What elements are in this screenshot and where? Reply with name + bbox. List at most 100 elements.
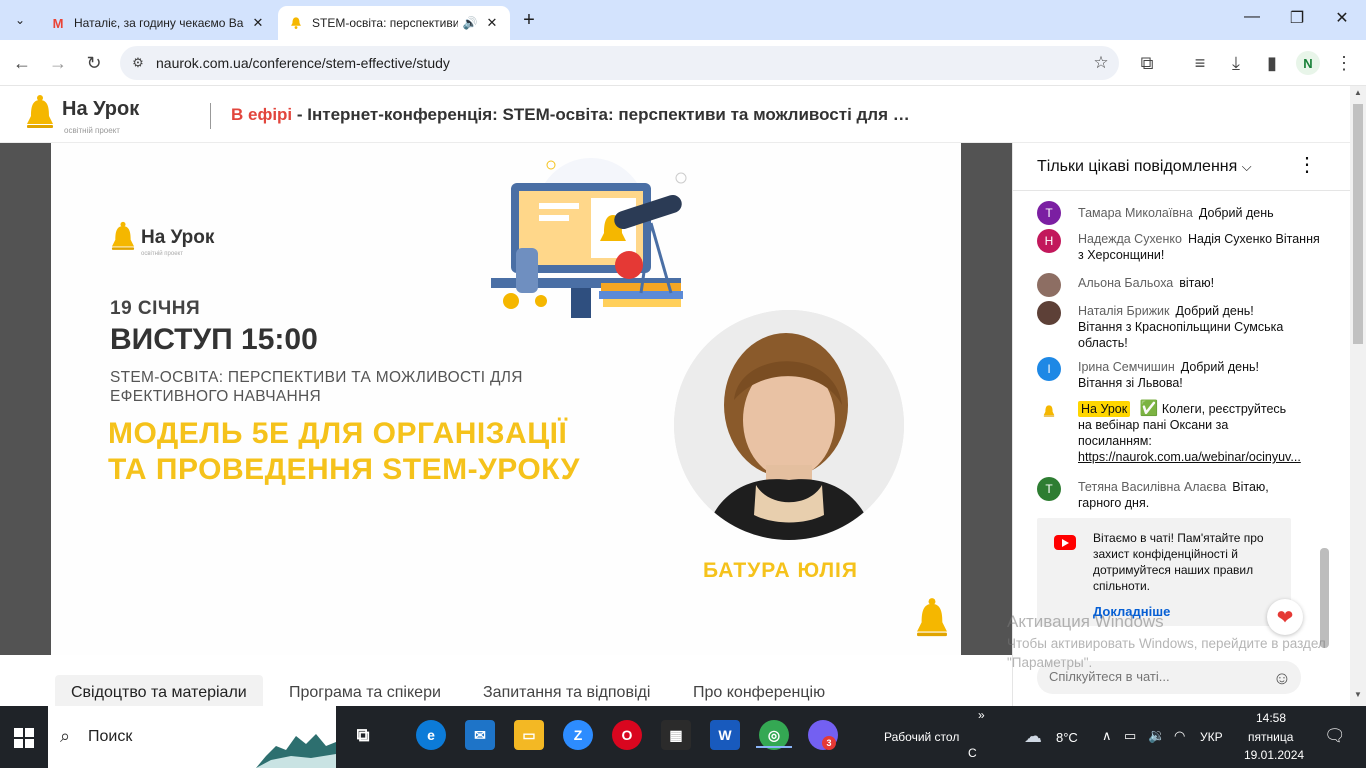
chevron-down-icon: ⌵: [1241, 159, 1252, 174]
active-app-indicator: [756, 746, 792, 748]
minimize-icon[interactable]: —: [1240, 8, 1264, 26]
video-player[interactable]: На Урок освітній проект 19 СІЧНЯ ВИСТУП …: [51, 143, 961, 655]
task-view-icon[interactable]: ⧉: [348, 720, 378, 750]
viber-icon[interactable]: 3: [808, 720, 838, 750]
chat-message: Альона Бальоха вітаю!: [1037, 273, 1327, 297]
scroll-thumb[interactable]: [1353, 104, 1363, 344]
avatar[interactable]: [1037, 273, 1061, 297]
notifications-icon[interactable]: 🗨: [1324, 726, 1346, 746]
avatar[interactable]: І: [1037, 357, 1061, 381]
address-bar[interactable]: ⚙ naurok.com.ua/conference/stem-effectiv…: [120, 46, 1119, 80]
chat-author[interactable]: Тетяна Василівна Алаєва: [1078, 480, 1226, 494]
chat-author[interactable]: Надежда Сухенко: [1078, 232, 1182, 246]
naurok-logo[interactable]: На Урок освітній проект: [24, 94, 139, 135]
windows-taskbar: ⌕ Поиск ⧉ e ✉ ▭ Z O ▦ W ◎ 3 » Рабочий ст…: [0, 706, 1366, 768]
chat-text: вітаю!: [1179, 276, 1215, 290]
desktop-toolbar-label[interactable]: Рабочий стол: [884, 730, 959, 744]
weather-temperature[interactable]: 8°C: [1056, 730, 1078, 745]
chat-author-owner[interactable]: На Урок: [1078, 401, 1131, 417]
opera-icon[interactable]: O: [612, 720, 642, 750]
tab-qa[interactable]: Запитання та відповіді: [467, 675, 666, 706]
word-icon[interactable]: W: [710, 720, 740, 750]
restore-icon[interactable]: ❐: [1285, 8, 1309, 28]
search-label: Поиск: [88, 728, 133, 745]
extensions-icon[interactable]: ⧉: [1135, 51, 1159, 75]
slide-logo-name: На Урок: [141, 227, 215, 248]
live-banner: В ефірі - Інтернет-конференція: STEM-осв…: [231, 105, 910, 125]
speaker-icon[interactable]: 🔊: [462, 16, 478, 30]
mail-icon[interactable]: ✉: [465, 720, 495, 750]
language-indicator[interactable]: УКР: [1200, 730, 1223, 744]
taskbar-search[interactable]: ⌕ Поиск: [48, 706, 336, 768]
avatar[interactable]: Н: [1037, 229, 1061, 253]
scroll-up-icon[interactable]: ▲: [1350, 88, 1366, 97]
bookmark-star-icon[interactable]: ☆: [1083, 53, 1119, 73]
file-explorer-icon[interactable]: ▭: [514, 720, 544, 750]
battery-icon[interactable]: ▭: [1124, 728, 1136, 744]
tab-search-dropdown-icon[interactable]: ⌄: [8, 8, 32, 32]
chat-welcome-notice: Вітаємо в чаті! Пам'ятайте про захист ко…: [1037, 518, 1291, 626]
tab-certificate[interactable]: Свідоцтво та матеріали: [55, 675, 263, 706]
store-icon[interactable]: ▦: [661, 720, 691, 750]
menu-kebab-icon[interactable]: ⋮: [1332, 51, 1356, 75]
avatar[interactable]: Т: [1037, 201, 1061, 225]
clock-date: 19.01.2024: [1244, 748, 1305, 762]
gmail-icon: M: [52, 15, 64, 31]
volume-icon[interactable]: 🔉: [1148, 727, 1165, 744]
slide-date: 19 СІЧНЯ: [110, 298, 201, 319]
webinar-link[interactable]: https://naurok.com.ua/webinar/ocinyuv...: [1078, 450, 1301, 464]
side-panel-icon[interactable]: ▮: [1260, 51, 1284, 75]
page-scrollbar[interactable]: ▲ ▼: [1350, 86, 1366, 706]
avatar[interactable]: Т: [1037, 477, 1061, 501]
browser-tab-stem[interactable]: STEM-освіта: перспективи 🔊 ✕: [278, 6, 510, 40]
chat-mode-dropdown[interactable]: Тільки цікаві повідомлення ⌵: [1037, 158, 1252, 176]
chat-message: Наталія Брижик Добрий день! Вітання з Кра…: [1037, 301, 1327, 351]
chat-mode-label: Тільки цікаві повідомлення: [1037, 158, 1238, 175]
browser-tab-gmail[interactable]: M Наталіє, за годину чекаємо Ва ✕: [40, 6, 276, 40]
browser-tab-strip: ⌄ M Наталіє, за годину чекаємо Ва ✕ STEM…: [0, 0, 1366, 40]
chat-author[interactable]: Ірина Семчишин: [1078, 360, 1175, 374]
logo-subtitle: освітній проект: [64, 126, 120, 135]
avatar[interactable]: [1037, 301, 1061, 325]
back-arrow-icon[interactable]: ←: [10, 51, 34, 75]
download-icon[interactable]: ⤓: [1224, 51, 1248, 75]
zoom-icon[interactable]: Z: [563, 720, 593, 750]
youtube-icon: [1054, 535, 1076, 550]
chat-menu-icon[interactable]: ⋮: [1297, 155, 1317, 175]
scroll-down-icon[interactable]: ▼: [1350, 690, 1366, 699]
windows-start-icon[interactable]: [14, 728, 34, 748]
chat-author[interactable]: Тамара Миколаївна: [1078, 206, 1193, 220]
cloud-icon[interactable]: ☁: [1024, 726, 1042, 747]
naurok-bell-icon: [288, 15, 304, 31]
desktop-toolbar-letter: С: [968, 746, 977, 760]
profile-avatar[interactable]: N: [1296, 51, 1320, 75]
tab-about[interactable]: Про конференцію: [677, 675, 841, 706]
naurok-bell-icon[interactable]: [1037, 399, 1061, 423]
live-label: В ефірі: [231, 105, 293, 124]
chat-author[interactable]: Наталія Брижик: [1078, 304, 1170, 318]
chat-message: Н Надежда Сухенко Надія Сухенко Вітання з…: [1037, 229, 1327, 263]
naurok-bell-icon: [111, 221, 135, 250]
new-tab-button[interactable]: +: [518, 9, 540, 31]
chat-author[interactable]: Альона Бальоха: [1078, 276, 1173, 290]
forward-arrow-icon[interactable]: →: [46, 51, 70, 75]
chevron-up-icon[interactable]: ∧: [1102, 728, 1112, 744]
notice-text: Вітаємо в чаті! Пам'ятайте про захист ко…: [1093, 531, 1264, 593]
slide-logo: На Урок освітній проект: [109, 221, 215, 257]
close-tab-icon[interactable]: ✕: [484, 15, 500, 31]
close-tab-icon[interactable]: ✕: [250, 15, 266, 31]
chevron-icon[interactable]: »: [978, 708, 985, 722]
clock-weekday: пятница: [1248, 730, 1294, 744]
slide-logo-subtitle: освітній проект: [141, 251, 183, 257]
media-control-icon[interactable]: ≡: [1188, 51, 1212, 75]
tab-program[interactable]: Програма та спікери: [273, 675, 457, 706]
clock-time[interactable]: 14:58: [1256, 711, 1286, 725]
url-text[interactable]: naurok.com.ua/conference/stem-effective/…: [156, 55, 1083, 71]
edge-icon[interactable]: e: [416, 720, 446, 750]
site-info-icon[interactable]: ⚙: [120, 55, 156, 71]
wifi-icon[interactable]: ◠: [1174, 728, 1185, 744]
activation-text: Чтобы активировать Windows, перейдите в …: [1007, 636, 1326, 670]
speaker-portrait: [674, 310, 904, 540]
close-window-icon[interactable]: ✕: [1330, 8, 1354, 28]
reload-icon[interactable]: ↻: [82, 51, 106, 75]
